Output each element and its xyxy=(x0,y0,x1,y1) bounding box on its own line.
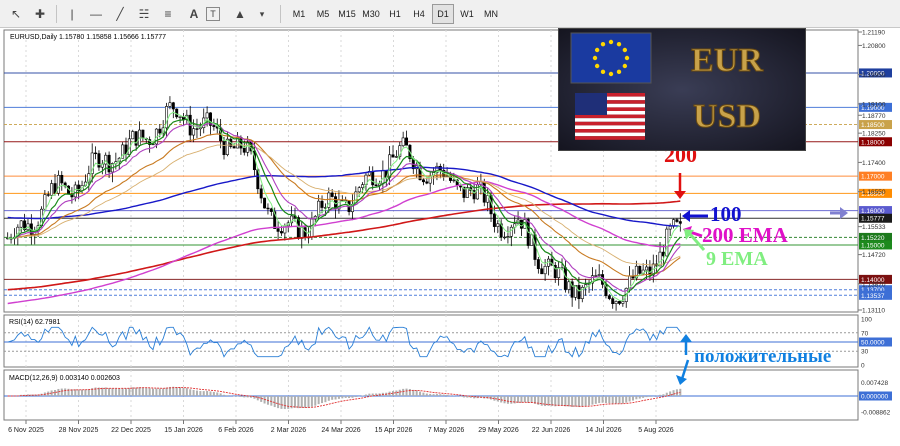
rsi-tick: 70 xyxy=(861,330,869,337)
level-label: 1.17000 xyxy=(861,174,885,181)
rsi-tick: 30 xyxy=(861,349,869,356)
date-label: 15 Apr 2026 xyxy=(375,427,413,434)
toolbar-separator xyxy=(56,5,57,23)
price-tick: 1.17400 xyxy=(862,160,886,167)
rsi-tick: 50.0000 xyxy=(861,340,885,347)
shapes-icon[interactable]: ▲ xyxy=(230,4,250,24)
timeframe-d1[interactable]: D1 xyxy=(432,4,454,24)
macd-tick: 0.000000 xyxy=(861,394,888,401)
price-tick: 1.16550 xyxy=(862,189,886,196)
timeframe-h1[interactable]: H1 xyxy=(384,4,406,24)
annotation-positive: положительные xyxy=(694,346,831,367)
price-tick: 1.13870 xyxy=(862,281,886,288)
shapes-dropdown-icon[interactable]: ▾ xyxy=(252,4,272,24)
date-label: 28 Nov 2025 xyxy=(59,427,99,434)
date-label: 15 Jan 2026 xyxy=(164,427,203,434)
date-label: 7 May 2026 xyxy=(428,427,465,434)
price-tick: 1.19100 xyxy=(862,101,886,108)
level-label: 1.15000 xyxy=(861,242,885,249)
banner-eur: EUR xyxy=(691,42,763,79)
rsi-tick: 100 xyxy=(861,317,872,324)
chart-area[interactable]: 1.20000 1.19000 1.18500 1.18000 1.17000 1.165… xyxy=(0,28,900,441)
price-tick: 1.15533 xyxy=(862,224,886,231)
label-tool-icon[interactable]: T xyxy=(206,7,220,21)
price-tick: 1.21190 xyxy=(862,30,885,37)
timeframe-mn[interactable]: MN xyxy=(480,4,502,24)
timeframe-m30[interactable]: M30 xyxy=(360,4,382,24)
level-label: 1.18000 xyxy=(861,139,885,146)
price-tick: 1.13110 xyxy=(862,308,885,315)
macd-tick: 0.007428 xyxy=(861,380,888,387)
rsi-tick: 0 xyxy=(861,363,865,370)
annotation-ema9: 9 EMA xyxy=(706,248,768,270)
date-label: 6 Feb 2026 xyxy=(218,427,254,434)
eu-flag-icon xyxy=(570,32,652,84)
symbol-info: EURUSD,Daily 1.15780 1.15858 1.15666 1.1… xyxy=(10,34,166,41)
text-tool-icon[interactable]: A xyxy=(184,4,204,24)
fibonacci-icon[interactable]: ≡ xyxy=(158,4,178,24)
timeframe-m1[interactable]: M1 xyxy=(288,4,310,24)
price-tick: 1.19950 xyxy=(862,72,886,79)
timeframe-m5[interactable]: M5 xyxy=(312,4,334,24)
date-label: 29 May 2026 xyxy=(478,427,519,434)
timeframe-w1[interactable]: W1 xyxy=(456,4,478,24)
macd-tick: -0.008862 xyxy=(861,410,891,417)
cursor-icon[interactable]: ↖ xyxy=(6,4,26,24)
toolbar: ↖ ✚ | — ╱ ☵ ≡ A T ▲ ▾ M1 M5 M15 M30 H1 H4 D1 W1… xyxy=(0,0,900,28)
banner-usd: USD xyxy=(693,98,761,135)
price-tick: 1.20800 xyxy=(862,43,886,50)
date-label: 22 Jun 2026 xyxy=(532,427,571,434)
timeframe-h4[interactable]: H4 xyxy=(408,4,430,24)
price-tick: 1.18250 xyxy=(862,131,886,138)
price-tick: 1.14720 xyxy=(862,252,886,259)
date-label: 2 Mar 2026 xyxy=(271,427,307,434)
channel-icon[interactable]: ☵ xyxy=(134,4,154,24)
horizontal-line-icon[interactable]: — xyxy=(86,4,106,24)
date-label: 24 Mar 2026 xyxy=(321,427,360,434)
date-label: 6 Nov 2025 xyxy=(8,427,44,434)
timeframe-m15[interactable]: M15 xyxy=(336,4,358,24)
level-label: 1.15777 xyxy=(861,216,885,223)
trendline-icon[interactable]: ╱ xyxy=(110,4,130,24)
rsi-label: RSI(14) 62.7981 xyxy=(9,319,60,326)
price-tick: 1.18770 xyxy=(862,113,886,120)
level-label: 1.18500 xyxy=(861,122,885,129)
annotation-ema200: 200 EMA xyxy=(702,223,789,247)
crosshair-icon[interactable]: ✚ xyxy=(30,4,50,24)
date-label: 22 Dec 2025 xyxy=(111,427,151,434)
level-label: 1.13537 xyxy=(861,293,885,300)
date-label: 14 Jul 2026 xyxy=(585,427,621,434)
macd-label: MACD(12,26,9) 0.003140 0.002603 xyxy=(9,375,120,382)
vertical-line-icon[interactable]: | xyxy=(62,4,82,24)
date-label: 5 Aug 2026 xyxy=(638,427,674,434)
eurusd-banner: EUR USD xyxy=(558,28,806,151)
toolbar-separator xyxy=(280,5,281,23)
us-flag-icon xyxy=(575,93,645,140)
